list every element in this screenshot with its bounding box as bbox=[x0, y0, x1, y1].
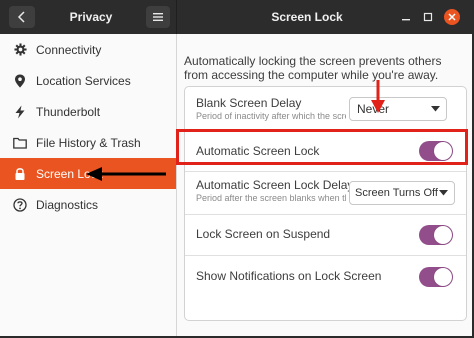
maximize-icon bbox=[423, 12, 433, 22]
minimize-icon bbox=[402, 19, 410, 21]
lightning-icon bbox=[13, 105, 27, 119]
row-label: Lock Screen on Suspend bbox=[196, 227, 331, 241]
header-bar: Privacy Screen Lock bbox=[0, 0, 472, 34]
back-button[interactable] bbox=[9, 6, 35, 28]
folder-icon bbox=[13, 136, 27, 150]
sidebar-item-connectivity[interactable]: Connectivity bbox=[0, 34, 176, 65]
sidebar-item-label: Diagnostics bbox=[36, 197, 99, 212]
row-show-notifications[interactable]: Show Notifications on Lock Screen bbox=[185, 256, 466, 299]
toggle-knob bbox=[434, 268, 452, 286]
row-subtitle: Period after the screen blanks when the … bbox=[196, 193, 346, 203]
screen-lock-panel: Automatically locking the screen prevent… bbox=[177, 34, 472, 336]
hamburger-menu-icon bbox=[153, 13, 163, 21]
location-pin-icon bbox=[13, 74, 27, 88]
dropdown-value: Never bbox=[357, 102, 390, 116]
sidebar-item-file-history[interactable]: File History & Trash bbox=[0, 127, 176, 158]
sidebar-item-label: Location Services bbox=[36, 73, 131, 88]
sidebar: Connectivity Location Services Thunderbo… bbox=[0, 34, 177, 336]
annotation-arrow-down-icon bbox=[371, 80, 385, 113]
maximize-button[interactable] bbox=[420, 9, 436, 25]
minimize-button[interactable] bbox=[398, 9, 414, 25]
blank-screen-delay-dropdown[interactable]: Never bbox=[349, 97, 447, 121]
screen-lock-delay-dropdown[interactable]: Screen Turns Off bbox=[349, 181, 455, 205]
sidebar-item-location-services[interactable]: Location Services bbox=[0, 65, 176, 96]
settings-list: Blank Screen Delay Period of inactivity … bbox=[184, 86, 467, 321]
sidebar-item-label: Connectivity bbox=[36, 42, 102, 57]
row-blank-screen-delay[interactable]: Blank Screen Delay Period of inactivity … bbox=[185, 87, 466, 131]
sidebar-item-label: Thunderbolt bbox=[36, 104, 101, 119]
close-button[interactable] bbox=[444, 9, 460, 25]
triangle-down-icon bbox=[438, 188, 450, 198]
row-lock-screen-on-suspend[interactable]: Lock Screen on Suspend bbox=[185, 215, 466, 255]
settings-window: Privacy Screen Lock Connectivity Locatio… bbox=[0, 0, 472, 336]
question-icon bbox=[13, 197, 27, 212]
row-automatic-screen-lock-delay[interactable]: Automatic Screen Lock Delay Period after… bbox=[185, 172, 466, 214]
sidebar-title: Privacy bbox=[69, 10, 113, 24]
close-icon bbox=[448, 13, 456, 21]
annotation-arrow-left-icon bbox=[86, 167, 166, 181]
panel-description: Automatically locking the screen prevent… bbox=[184, 54, 442, 82]
sidebar-item-thunderbolt[interactable]: Thunderbolt bbox=[0, 96, 176, 127]
gear-icon bbox=[13, 43, 27, 57]
triangle-down-icon bbox=[428, 104, 442, 114]
sidebar-item-diagnostics[interactable]: Diagnostics bbox=[0, 189, 176, 220]
chevron-left-icon bbox=[17, 11, 25, 23]
toggle-knob bbox=[434, 226, 452, 244]
lock-screen-on-suspend-toggle[interactable] bbox=[419, 225, 453, 245]
row-label: Automatic Screen Lock Delay bbox=[196, 178, 354, 192]
annotation-highlight-box bbox=[176, 129, 468, 165]
row-subtitle: Period of inactivity after which the scr… bbox=[196, 111, 346, 121]
show-notifications-toggle[interactable] bbox=[419, 267, 453, 287]
row-label: Blank Screen Delay bbox=[196, 96, 302, 110]
row-label: Show Notifications on Lock Screen bbox=[196, 269, 382, 283]
sidebar-item-label: File History & Trash bbox=[36, 135, 141, 150]
menu-button[interactable] bbox=[146, 6, 170, 28]
lock-icon bbox=[13, 167, 27, 181]
dropdown-value: Screen Turns Off bbox=[355, 187, 438, 199]
